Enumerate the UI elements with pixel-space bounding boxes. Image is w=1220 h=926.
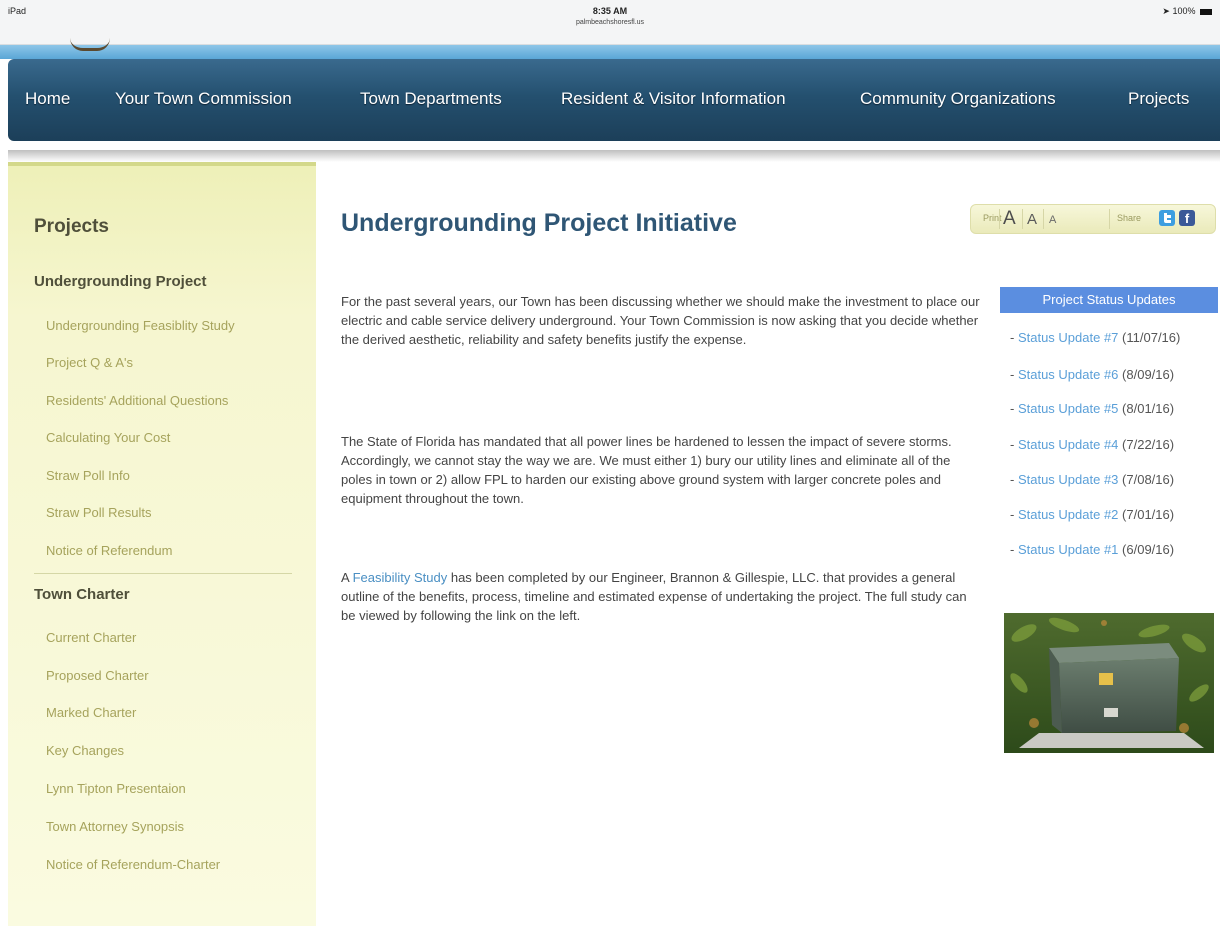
page-title: Undergrounding Project Initiative [341, 209, 737, 237]
status-update-item: - Status Update #3 (7/08/16) [1010, 472, 1174, 487]
feasibility-study-link[interactable]: Feasibility Study [353, 570, 448, 585]
nav-town-departments[interactable]: Town Departments [360, 89, 502, 109]
bullet-dash: - [1010, 401, 1018, 416]
sidebar-item-notice-referendum-charter[interactable]: Notice of Referendum-Charter [46, 857, 220, 872]
status-update-date: (7/22/16) [1122, 437, 1175, 452]
status-update-link[interactable]: Status Update #2 [1018, 507, 1118, 522]
bullet-dash: - [1010, 437, 1018, 452]
bullet-dash: - [1010, 507, 1018, 522]
status-update-item: - Status Update #7 (11/07/16) [1010, 330, 1180, 345]
status-update-link[interactable]: Status Update #6 [1018, 367, 1118, 382]
ios-status-bar: iPad 8:35 AM palmbeachshoresfl.us ➤ 100% [0, 0, 1220, 45]
tools-divider [999, 209, 1000, 229]
transformer-photo [1004, 613, 1214, 753]
font-large-button[interactable]: A [1003, 208, 1016, 230]
status-update-item: - Status Update #2 (7/01/16) [1010, 507, 1174, 522]
sidebar-item-marked-charter[interactable]: Marked Charter [46, 705, 136, 720]
tools-divider [1022, 209, 1023, 229]
sidebar-item-notice-referendum[interactable]: Notice of Referendum [46, 543, 172, 558]
nav-community-organizations[interactable]: Community Organizations [860, 89, 1056, 109]
status-update-date: (11/07/16) [1122, 330, 1181, 345]
battery-percent: 100% [1172, 6, 1196, 16]
status-update-link[interactable]: Status Update #5 [1018, 401, 1118, 416]
status-update-link[interactable]: Status Update #3 [1018, 472, 1118, 487]
bullet-dash: - [1010, 472, 1018, 487]
sidebar-item-proposed-charter[interactable]: Proposed Charter [46, 668, 149, 683]
sidebar-divider [34, 573, 292, 574]
sidebar-title: Projects [34, 216, 109, 237]
sidebar-item-straw-poll-info[interactable]: Straw Poll Info [46, 468, 130, 483]
font-medium-button[interactable]: A [1027, 211, 1037, 228]
tools-divider [1043, 209, 1044, 229]
nav-resident-visitor-info[interactable]: Resident & Visitor Information [561, 89, 786, 109]
battery-status: ➤ 100% [1162, 6, 1212, 17]
header-band [0, 45, 1220, 59]
location-icon: ➤ [1162, 6, 1170, 16]
sidebar-item-straw-poll-results[interactable]: Straw Poll Results [46, 505, 151, 520]
status-update-date: (8/01/16) [1122, 401, 1175, 416]
nav-home[interactable]: Home [25, 89, 70, 109]
sidebar: Projects Undergrounding Project Undergro… [8, 162, 316, 926]
address-url[interactable]: palmbeachshoresfl.us [0, 17, 1220, 28]
share-label: Share [1117, 213, 1142, 223]
status-update-item: - Status Update #5 (8/01/16) [1010, 401, 1174, 416]
status-update-date: (6/09/16) [1122, 542, 1175, 557]
sidebar-item-project-qa[interactable]: Project Q & A's [46, 355, 133, 370]
status-update-date: (7/08/16) [1122, 472, 1175, 487]
intro-paragraph: For the past several years, our Town has… [341, 294, 980, 347]
status-update-link[interactable]: Status Update #4 [1018, 437, 1118, 452]
mandate-paragraph: The State of Florida has mandated that a… [341, 434, 952, 506]
sidebar-section-town-charter[interactable]: Town Charter [34, 586, 130, 603]
twitter-icon[interactable] [1159, 210, 1175, 226]
sidebar-item-calculating-cost[interactable]: Calculating Your Cost [46, 430, 170, 445]
status-update-link[interactable]: Status Update #1 [1018, 542, 1118, 557]
sidebar-section-undergrounding[interactable]: Undergrounding Project [34, 273, 207, 290]
nav-town-commission[interactable]: Your Town Commission [115, 89, 292, 109]
sidebar-item-current-charter[interactable]: Current Charter [46, 630, 136, 645]
battery-icon [1200, 8, 1212, 15]
sidebar-item-tipton-presentation[interactable]: Lynn Tipton Presentaion [46, 781, 186, 796]
feasibility-paragraph: A Feasibility Study has been completed b… [341, 568, 981, 625]
status-update-link[interactable]: Status Update #7 [1018, 330, 1118, 345]
status-update-item: - Status Update #6 (8/09/16) [1010, 367, 1174, 382]
sidebar-item-residents-questions[interactable]: Residents' Additional Questions [46, 393, 228, 408]
page-tools: Print A A A Share f [970, 204, 1216, 234]
status-update-date: (8/09/16) [1122, 367, 1175, 382]
para3-prefix: A [341, 570, 353, 585]
clock: 8:35 AM [592, 6, 628, 16]
nav-shadow [8, 150, 1220, 162]
sidebar-item-attorney-synopsis[interactable]: Town Attorney Synopsis [46, 819, 184, 834]
facebook-icon[interactable]: f [1179, 210, 1195, 226]
status-center: 8:35 AM palmbeachshoresfl.us [0, 6, 1220, 28]
bullet-dash: - [1010, 330, 1018, 345]
sidebar-item-key-changes[interactable]: Key Changes [46, 743, 124, 758]
status-updates-header: Project Status Updates [1000, 287, 1218, 313]
sidebar-item-feasibility-study[interactable]: Undergrounding Feasiblity Study [46, 318, 235, 333]
tools-divider [1109, 209, 1110, 229]
font-small-button[interactable]: A [1049, 214, 1056, 226]
nav-projects[interactable]: Projects [1128, 89, 1189, 109]
status-update-item: - Status Update #4 (7/22/16) [1010, 437, 1174, 452]
bullet-dash: - [1010, 542, 1018, 557]
status-update-item: - Status Update #1 (6/09/16) [1010, 542, 1174, 557]
status-update-date: (7/01/16) [1122, 507, 1175, 522]
main-nav: Home Your Town Commission Town Departmen… [8, 59, 1220, 141]
bullet-dash: - [1010, 367, 1018, 382]
